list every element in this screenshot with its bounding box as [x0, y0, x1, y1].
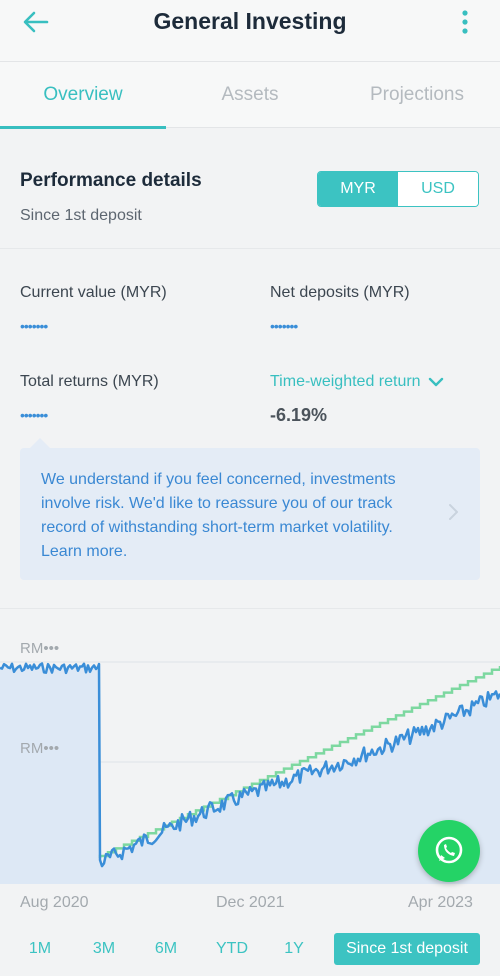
- current-value-masked: •••••••: [20, 318, 48, 334]
- tab-bar: Overview Assets Projections: [0, 62, 500, 129]
- range-1y[interactable]: 1Y: [276, 933, 312, 965]
- divider: [0, 248, 500, 249]
- tab-assets[interactable]: Assets: [167, 62, 333, 128]
- net-deposits-label: Net deposits (MYR): [270, 284, 410, 301]
- y-axis-label: RM•••: [20, 740, 60, 757]
- whatsapp-button[interactable]: [418, 820, 480, 882]
- x-axis-label: Dec 2021: [216, 894, 285, 911]
- y-axis-label: RM•••: [20, 640, 60, 657]
- performance-subtitle: Since 1st deposit: [20, 207, 142, 224]
- more-vertical-icon[interactable]: [458, 8, 472, 36]
- divider: [0, 608, 500, 609]
- reassurance-notice[interactable]: We understand if you feel concerned, inv…: [20, 438, 480, 580]
- tab-projections[interactable]: Projections: [334, 62, 500, 128]
- total-returns-masked: •••••••: [20, 407, 48, 423]
- currency-usd-button[interactable]: USD: [398, 172, 478, 206]
- range-1m[interactable]: 1M: [20, 933, 60, 965]
- chevron-down-icon: [428, 377, 444, 386]
- range-ytd[interactable]: YTD: [210, 933, 254, 965]
- app-header: General Investing: [0, 0, 500, 62]
- notice-text: We understand if you feel concerned, inv…: [41, 471, 396, 560]
- twr-value: -6.19%: [270, 405, 328, 425]
- whatsapp-icon: [435, 836, 463, 864]
- currency-myr-button[interactable]: MYR: [318, 172, 398, 206]
- tab-overview[interactable]: Overview: [0, 62, 166, 129]
- performance-title: Performance details: [20, 170, 202, 191]
- notice-pointer: [30, 438, 50, 448]
- range-6m[interactable]: 6M: [146, 933, 186, 965]
- x-axis-label: Apr 2023: [408, 894, 473, 911]
- page-title: General Investing: [153, 8, 347, 34]
- twr-label: Time-weighted return: [270, 373, 421, 390]
- range-3m[interactable]: 3M: [84, 933, 124, 965]
- range-since-first-deposit[interactable]: Since 1st deposit: [334, 933, 480, 965]
- total-returns-label: Total returns (MYR): [20, 373, 159, 390]
- net-deposits-masked: •••••••: [270, 318, 298, 334]
- time-weighted-return-dropdown[interactable]: Time-weighted return: [270, 373, 444, 391]
- currency-toggle: MYR USD: [317, 171, 479, 207]
- x-axis-label: Aug 2020: [20, 894, 89, 911]
- chevron-right-icon: [449, 504, 458, 520]
- current-value-label: Current value (MYR): [20, 284, 167, 301]
